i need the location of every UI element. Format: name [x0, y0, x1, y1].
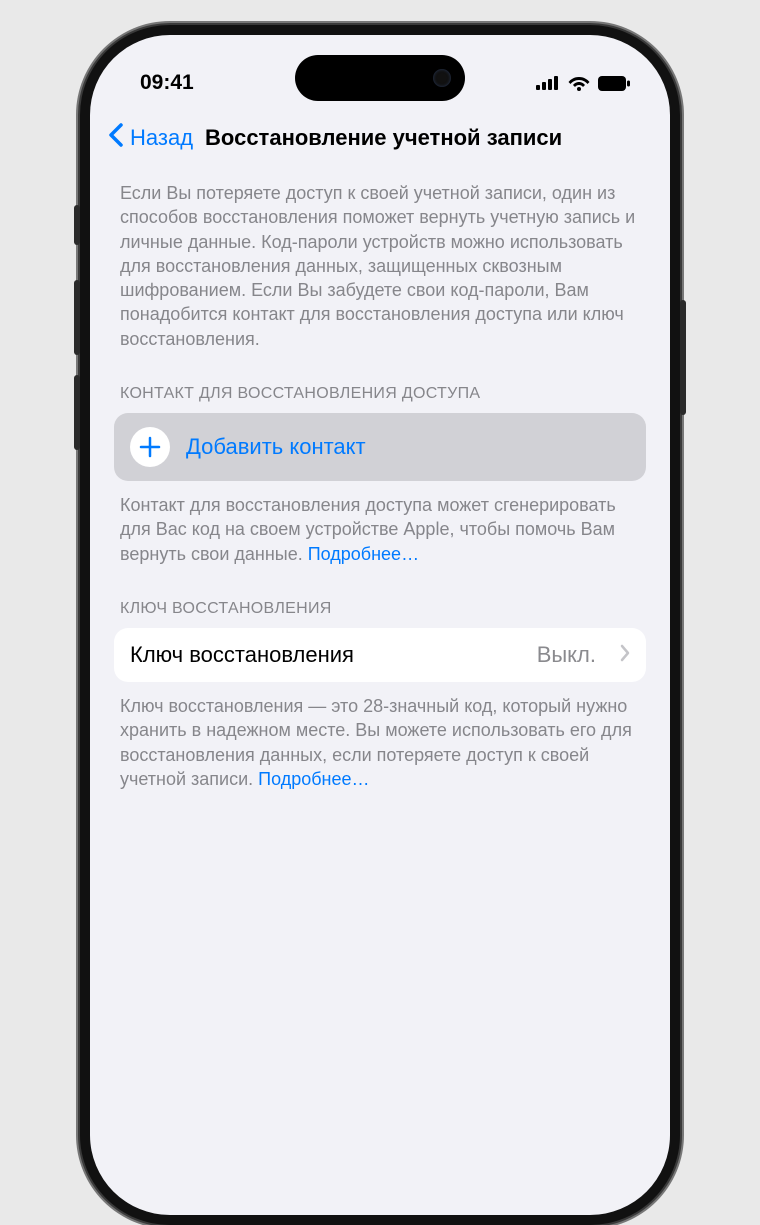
- phone-frame: 09:41: [80, 25, 680, 1225]
- content: Если Вы потеряете доступ к своей учетной…: [90, 167, 670, 815]
- volume-up-button: [74, 280, 80, 355]
- chevron-right-icon: [620, 642, 630, 668]
- mute-switch: [74, 205, 80, 245]
- screen: 09:41: [90, 35, 670, 1215]
- add-recovery-contact-cell[interactable]: Добавить контакт: [114, 413, 646, 481]
- status-time: 09:41: [140, 71, 194, 95]
- dynamic-island: [295, 55, 465, 101]
- back-button[interactable]: Назад: [130, 125, 193, 151]
- recovery-key-header: КЛЮЧ ВОССТАНОВЛЕНИЯ: [114, 590, 646, 628]
- plus-circle-icon: [130, 427, 170, 467]
- recovery-key-value: Выкл.: [537, 642, 596, 668]
- back-chevron-icon[interactable]: [108, 123, 124, 153]
- recovery-contact-footer: Контакт для восстановления доступа может…: [114, 481, 646, 590]
- recovery-key-cell[interactable]: Ключ восстановления Выкл.: [114, 628, 646, 682]
- wifi-icon: [568, 75, 590, 91]
- recovery-key-label: Ключ восстановления: [130, 642, 521, 668]
- cellular-icon: [536, 76, 560, 90]
- page-title: Восстановление учетной записи: [205, 125, 562, 151]
- recovery-contact-header: КОНТАКТ ДЛЯ ВОССТАНОВЛЕНИЯ ДОСТУПА: [114, 375, 646, 413]
- status-icons: [536, 75, 630, 91]
- recovery-key-more-link[interactable]: Подробнее…: [258, 769, 369, 789]
- power-button: [680, 300, 686, 415]
- battery-icon: [598, 76, 630, 91]
- volume-down-button: [74, 375, 80, 450]
- add-contact-label: Добавить контакт: [186, 434, 366, 460]
- navigation-bar: Назад Восстановление учетной записи: [90, 105, 670, 167]
- front-camera: [433, 69, 451, 87]
- intro-text: Если Вы потеряете доступ к своей учетной…: [114, 167, 646, 375]
- recovery-contact-more-link[interactable]: Подробнее…: [308, 544, 419, 564]
- recovery-key-footer: Ключ восстановления — это 28-значный код…: [114, 682, 646, 815]
